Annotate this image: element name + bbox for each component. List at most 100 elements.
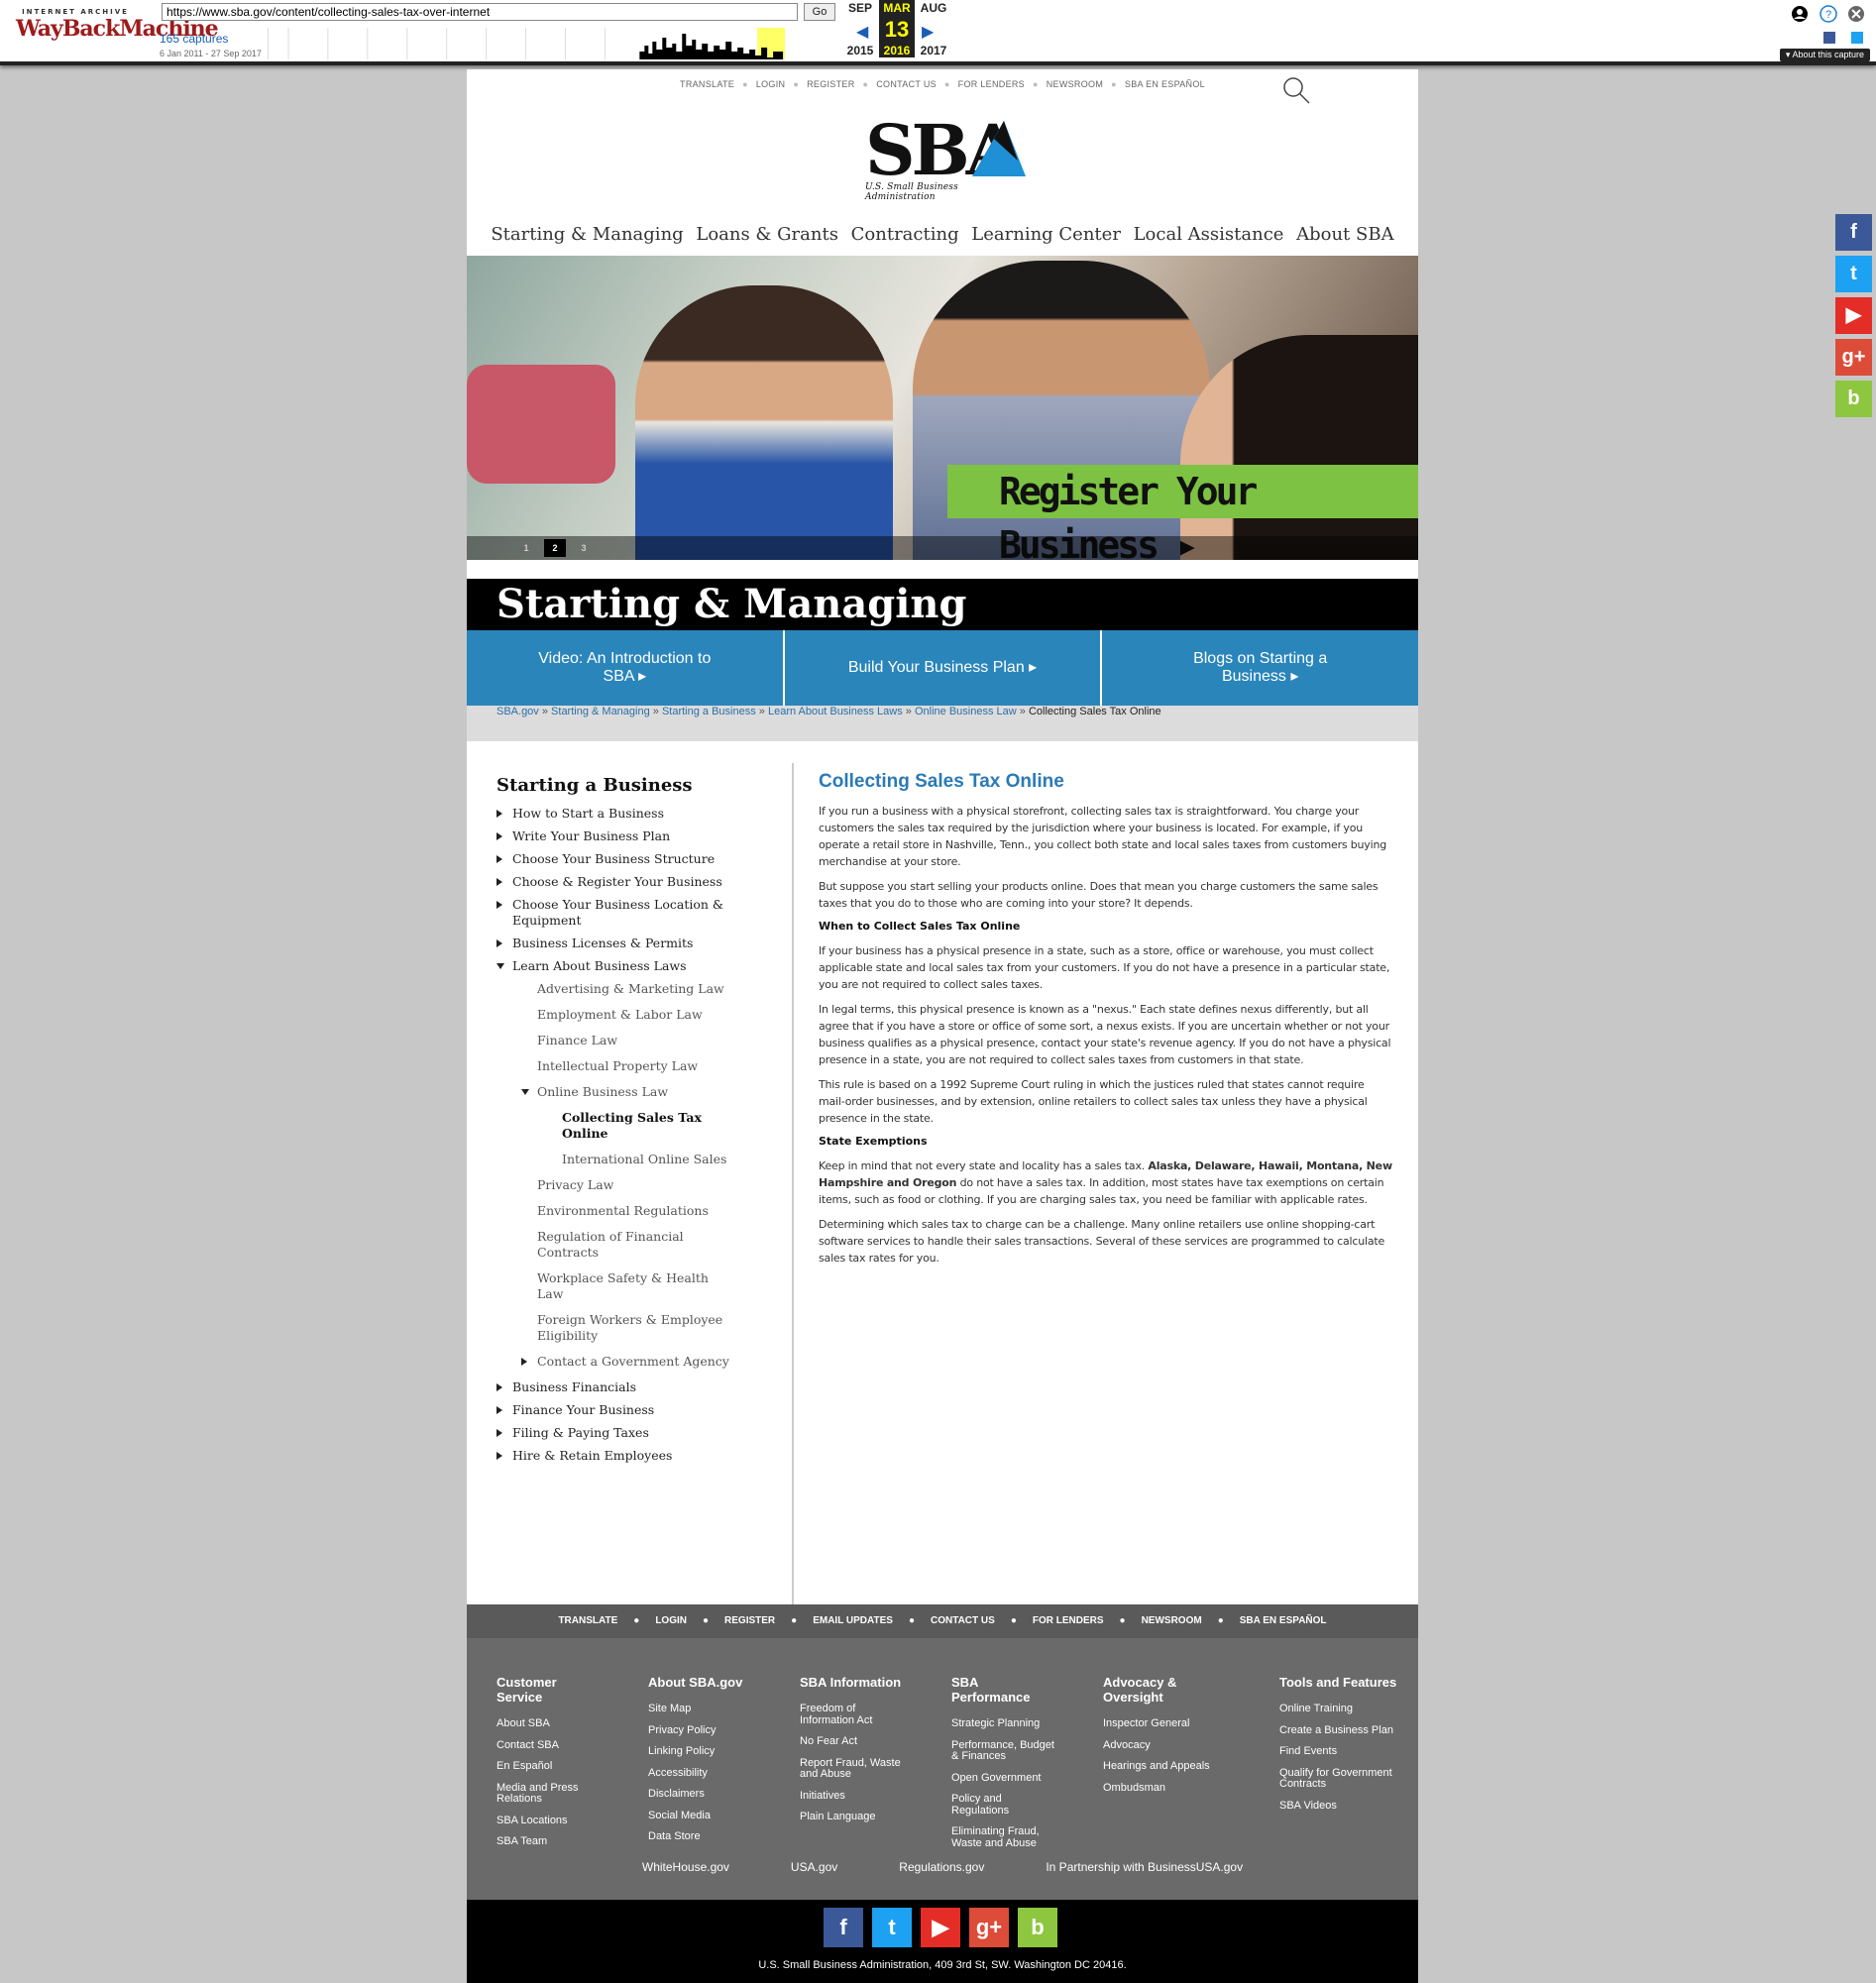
utility-link-register[interactable]: REGISTER — [807, 79, 854, 89]
footer-link[interactable]: Inspector General — [1103, 1717, 1212, 1730]
youtube-icon[interactable]: ▶ — [921, 1908, 960, 1947]
footer-link[interactable]: Report Fraud, Waste and Abuse — [800, 1757, 909, 1781]
utility-link-translate[interactable]: TRANSLATE — [680, 79, 734, 89]
footer-link[interactable]: No Fear Act — [800, 1735, 909, 1748]
footer-link[interactable]: Strategic Planning — [951, 1717, 1060, 1730]
main-nav-about-sba[interactable]: About SBA — [1296, 224, 1393, 245]
wayback-go-button[interactable]: Go — [804, 3, 835, 21]
footer-link[interactable]: Social Media — [648, 1810, 757, 1822]
help-icon[interactable]: ? — [1820, 5, 1837, 23]
carousel-dot[interactable]: 3 — [573, 539, 595, 557]
footer-partner-link[interactable]: In Partnership with BusinessUSA.gov — [1046, 1860, 1243, 1890]
search-icon[interactable] — [1281, 75, 1311, 105]
main-nav-starting-managing[interactable]: Starting & Managing — [491, 224, 683, 245]
footer-link[interactable]: Find Events — [1279, 1745, 1403, 1758]
footer-link[interactable]: En Español — [497, 1760, 606, 1773]
close-icon[interactable] — [1848, 6, 1864, 22]
blog-icon[interactable]: b — [1835, 381, 1872, 417]
sidebar-item[interactable]: Business Licenses & Permits — [497, 936, 792, 951]
footer-partner-link[interactable]: Regulations.gov — [899, 1860, 984, 1890]
sidebar-item[interactable]: Regulation of Financial Contracts — [497, 1229, 792, 1261]
sidebar-item[interactable]: Intellectual Property Law — [497, 1058, 792, 1074]
main-nav-contracting[interactable]: Contracting — [851, 224, 959, 245]
twitter-icon[interactable]: t — [872, 1908, 912, 1947]
footer-link[interactable]: Online Training — [1279, 1703, 1403, 1715]
sidebar-item[interactable]: International Online Sales — [497, 1152, 792, 1167]
footer-link[interactable]: Accessibility — [648, 1767, 757, 1780]
sidebar-item[interactable]: Employment & Labor Law — [497, 1007, 792, 1023]
hero-carousel[interactable]: Register Your Business ▸ 1 2 3 — [467, 256, 1418, 560]
facebook-icon[interactable]: f — [1835, 214, 1872, 251]
footer-link[interactable]: Contact SBA — [497, 1739, 606, 1752]
footer-nav-link[interactable]: REGISTER — [724, 1615, 775, 1626]
sidebar-item[interactable]: Foreign Workers & Employee Eligibility — [497, 1312, 792, 1344]
wayback-url-input[interactable] — [162, 3, 798, 21]
sba-logo[interactable]: SBA U.S. Small Business Administration — [865, 116, 1026, 202]
youtube-icon[interactable]: ▶ — [1835, 297, 1872, 334]
utility-link-newsroom[interactable]: NEWSROOM — [1047, 79, 1103, 89]
footer-nav-link[interactable]: CONTACT US — [931, 1615, 995, 1626]
sidebar-item[interactable]: Finance Law — [497, 1033, 792, 1048]
footer-link[interactable]: Freedom of Information Act — [800, 1703, 909, 1726]
main-nav-learning-center[interactable]: Learning Center — [971, 224, 1121, 245]
prev-capture-arrow-icon[interactable]: ◀ — [856, 22, 868, 41]
footer-link[interactable]: Linking Policy — [648, 1745, 757, 1758]
footer-link[interactable]: Policy and Regulations — [951, 1793, 1060, 1817]
breadcrumb-link[interactable]: Starting a Business — [662, 706, 756, 717]
promo-video-link[interactable]: Video: An Introduction to SBA ▸ — [467, 630, 785, 706]
footer-link[interactable]: Open Government — [951, 1772, 1060, 1785]
sidebar-item[interactable]: Privacy Law — [497, 1177, 792, 1193]
sidebar-item[interactable]: Finance Your Business — [497, 1402, 792, 1418]
breadcrumb-link[interactable]: Starting & Managing — [551, 706, 650, 717]
user-icon[interactable] — [1792, 6, 1808, 22]
utility-link-login[interactable]: LOGIN — [756, 79, 786, 89]
footer-link[interactable]: SBA Videos — [1279, 1800, 1403, 1813]
footer-nav-link[interactable]: NEWSROOM — [1142, 1615, 1202, 1626]
sidebar-item[interactable]: Write Your Business Plan — [497, 828, 792, 844]
footer-link[interactable]: Plain Language — [800, 1811, 909, 1823]
footer-nav-link[interactable]: EMAIL UPDATES — [813, 1615, 893, 1626]
breadcrumb-link[interactable]: Learn About Business Laws — [768, 706, 903, 717]
main-nav-loans-grants[interactable]: Loans & Grants — [696, 224, 838, 245]
promo-business-plan-link[interactable]: Build Your Business Plan ▸ — [785, 630, 1103, 706]
register-business-button[interactable]: Register Your Business ▸ — [947, 465, 1418, 560]
twitter-icon[interactable]: t — [1835, 256, 1872, 292]
footer-link[interactable]: Site Map — [648, 1703, 757, 1715]
footer-nav-link[interactable]: TRANSLATE — [558, 1615, 617, 1626]
wayback-logo[interactable]: INTERNET ARCHIVE WayBackMachine — [16, 8, 219, 52]
facebook-share-icon[interactable] — [1823, 32, 1835, 44]
google-plus-icon[interactable]: g+ — [969, 1908, 1009, 1947]
sidebar-item[interactable]: Online Business Law — [497, 1084, 792, 1100]
sidebar-item[interactable]: How to Start a Business — [497, 806, 792, 822]
footer-link[interactable]: Media and Press Relations — [497, 1782, 606, 1806]
sidebar-item[interactable]: Environmental Regulations — [497, 1203, 792, 1219]
carousel-dot[interactable]: 1 — [515, 539, 537, 557]
footer-link[interactable]: SBA Team — [497, 1835, 606, 1848]
footer-link[interactable]: Advocacy — [1103, 1739, 1212, 1752]
footer-link[interactable]: Qualify for Government Contracts — [1279, 1767, 1403, 1791]
about-capture-button[interactable]: ▾ About this capture — [1779, 49, 1870, 61]
sidebar-item[interactable]: Hire & Retain Employees — [497, 1448, 792, 1464]
breadcrumb-link[interactable]: Online Business Law — [915, 706, 1017, 717]
footer-link[interactable]: SBA Locations — [497, 1815, 606, 1827]
footer-link[interactable]: Performance, Budget & Finances — [951, 1739, 1060, 1763]
footer-link[interactable]: About SBA — [497, 1717, 606, 1730]
carousel-dot[interactable]: 2 — [544, 539, 566, 557]
sidebar-item[interactable]: Collecting Sales Tax Online — [497, 1110, 792, 1142]
footer-nav-link[interactable]: FOR LENDERS — [1033, 1615, 1104, 1626]
blog-icon[interactable]: b — [1018, 1908, 1057, 1947]
sidebar-item[interactable]: Learn About Business Laws — [497, 958, 792, 974]
sidebar-item[interactable]: Choose Your Business Location & Equipmen… — [497, 897, 792, 929]
footer-partner-link[interactable]: USA.gov — [791, 1860, 837, 1890]
sidebar-item[interactable]: Choose Your Business Structure — [497, 851, 792, 867]
breadcrumb-link[interactable]: SBA.gov — [497, 706, 539, 717]
promo-blogs-link[interactable]: Blogs on Starting a Business ▸ — [1102, 630, 1418, 706]
utility-link-contact-us[interactable]: CONTACT US — [876, 79, 937, 89]
footer-link[interactable]: Ombudsman — [1103, 1782, 1212, 1795]
facebook-icon[interactable]: f — [824, 1908, 863, 1947]
footer-link[interactable]: Hearings and Appeals — [1103, 1760, 1212, 1773]
wayback-captures-link[interactable]: 165 captures — [160, 32, 228, 46]
footer-partner-link[interactable]: WhiteHouse.gov — [642, 1860, 729, 1890]
footer-nav-link[interactable]: LOGIN — [655, 1615, 687, 1626]
sidebar-item[interactable]: Business Financials — [497, 1379, 792, 1395]
